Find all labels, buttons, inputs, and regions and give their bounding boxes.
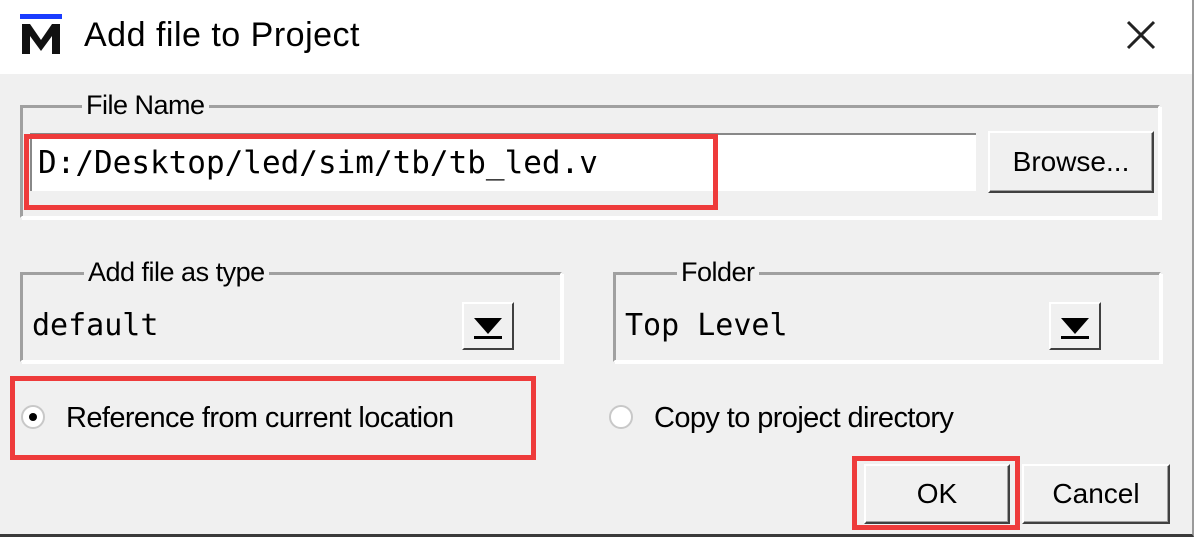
radio-copy-label: Copy to project directory [654,402,954,434]
title-bar: Add file to Project [0,0,1192,74]
file-type-dropdown[interactable]: default [28,298,554,354]
file-name-legend: File Name [82,88,209,122]
radio-unselected-icon [609,405,633,429]
file-type-group: Add file as type default [20,255,562,362]
file-type-selected: default [32,308,159,343]
add-file-dialog: Add file to Project File Name Browse... … [0,0,1194,537]
file-name-input[interactable] [30,133,976,191]
folder-dropdown[interactable]: Top Level [621,298,1153,354]
close-icon [1126,20,1156,50]
file-type-dropdown-button[interactable] [462,302,514,350]
radio-reference-label: Reference from current location [66,402,454,434]
radio-selected-icon [21,405,45,429]
folder-legend: Folder [677,255,759,289]
cancel-button[interactable]: Cancel [1022,464,1170,524]
file-type-legend: Add file as type [84,255,269,289]
folder-dropdown-button[interactable] [1049,302,1101,350]
triangle-down-icon [1061,318,1089,339]
triangle-down-icon [474,318,502,339]
window-title: Add file to Project [84,16,360,54]
browse-button[interactable]: Browse... [988,131,1154,193]
close-button[interactable] [1110,8,1170,62]
file-name-group: File Name Browse... [20,88,1160,218]
ok-button[interactable]: OK [864,464,1010,524]
radio-reference-from-current-location[interactable]: Reference from current location [20,398,520,442]
folder-selected: Top Level [625,308,788,343]
modelsim-logo-icon [18,12,64,56]
radio-copy-to-project-directory[interactable]: Copy to project directory [608,398,1028,442]
folder-group: Folder Top Level [613,255,1161,362]
